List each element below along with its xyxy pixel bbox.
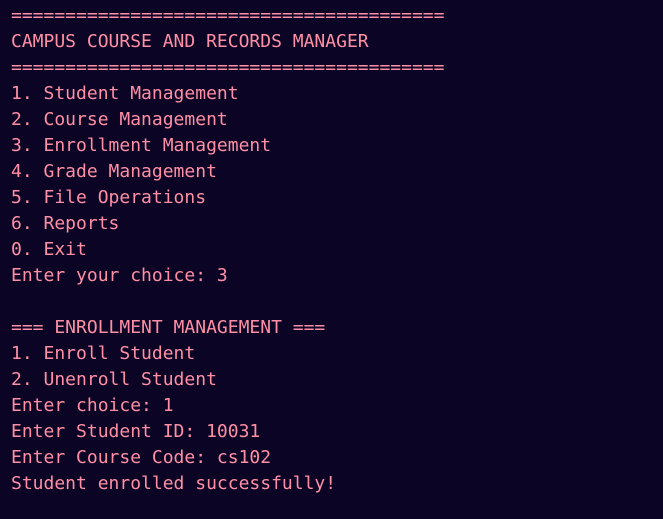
menu-item-student-management: 1. Student Management <box>11 83 239 104</box>
menu-item-file-operations: 5. File Operations <box>11 187 207 208</box>
app-title: CAMPUS COURSE AND RECORDS MANAGER <box>11 31 369 52</box>
menu-item-exit: 0. Exit <box>11 239 87 260</box>
header-rule-top: ======================================== <box>11 5 445 26</box>
menu-item-grade-management: 4. Grade Management <box>11 161 217 182</box>
submenu-item-unenroll-student: 2. Unenroll Student <box>11 369 217 390</box>
menu-item-course-management: 2. Course Management <box>11 109 228 130</box>
menu-item-reports: 6. Reports <box>11 213 120 234</box>
student-id-prompt: Enter Student ID: 10031 <box>11 421 261 442</box>
course-code-prompt: Enter Course Code: cs102 <box>11 447 272 468</box>
status-message: Student enrolled successfully! <box>11 473 337 494</box>
menu-item-enrollment-management: 3. Enrollment Management <box>11 135 272 156</box>
terminal-window[interactable]: ========================================… <box>0 0 663 519</box>
submenu-title: === ENROLLMENT MANAGEMENT === <box>11 317 326 338</box>
submenu-choice-prompt: Enter choice: 1 <box>11 395 174 416</box>
submenu-item-enroll-student: 1. Enroll Student <box>11 343 196 364</box>
main-choice-prompt: Enter your choice: 3 <box>11 265 228 286</box>
header-rule-bottom: ======================================== <box>11 57 445 78</box>
